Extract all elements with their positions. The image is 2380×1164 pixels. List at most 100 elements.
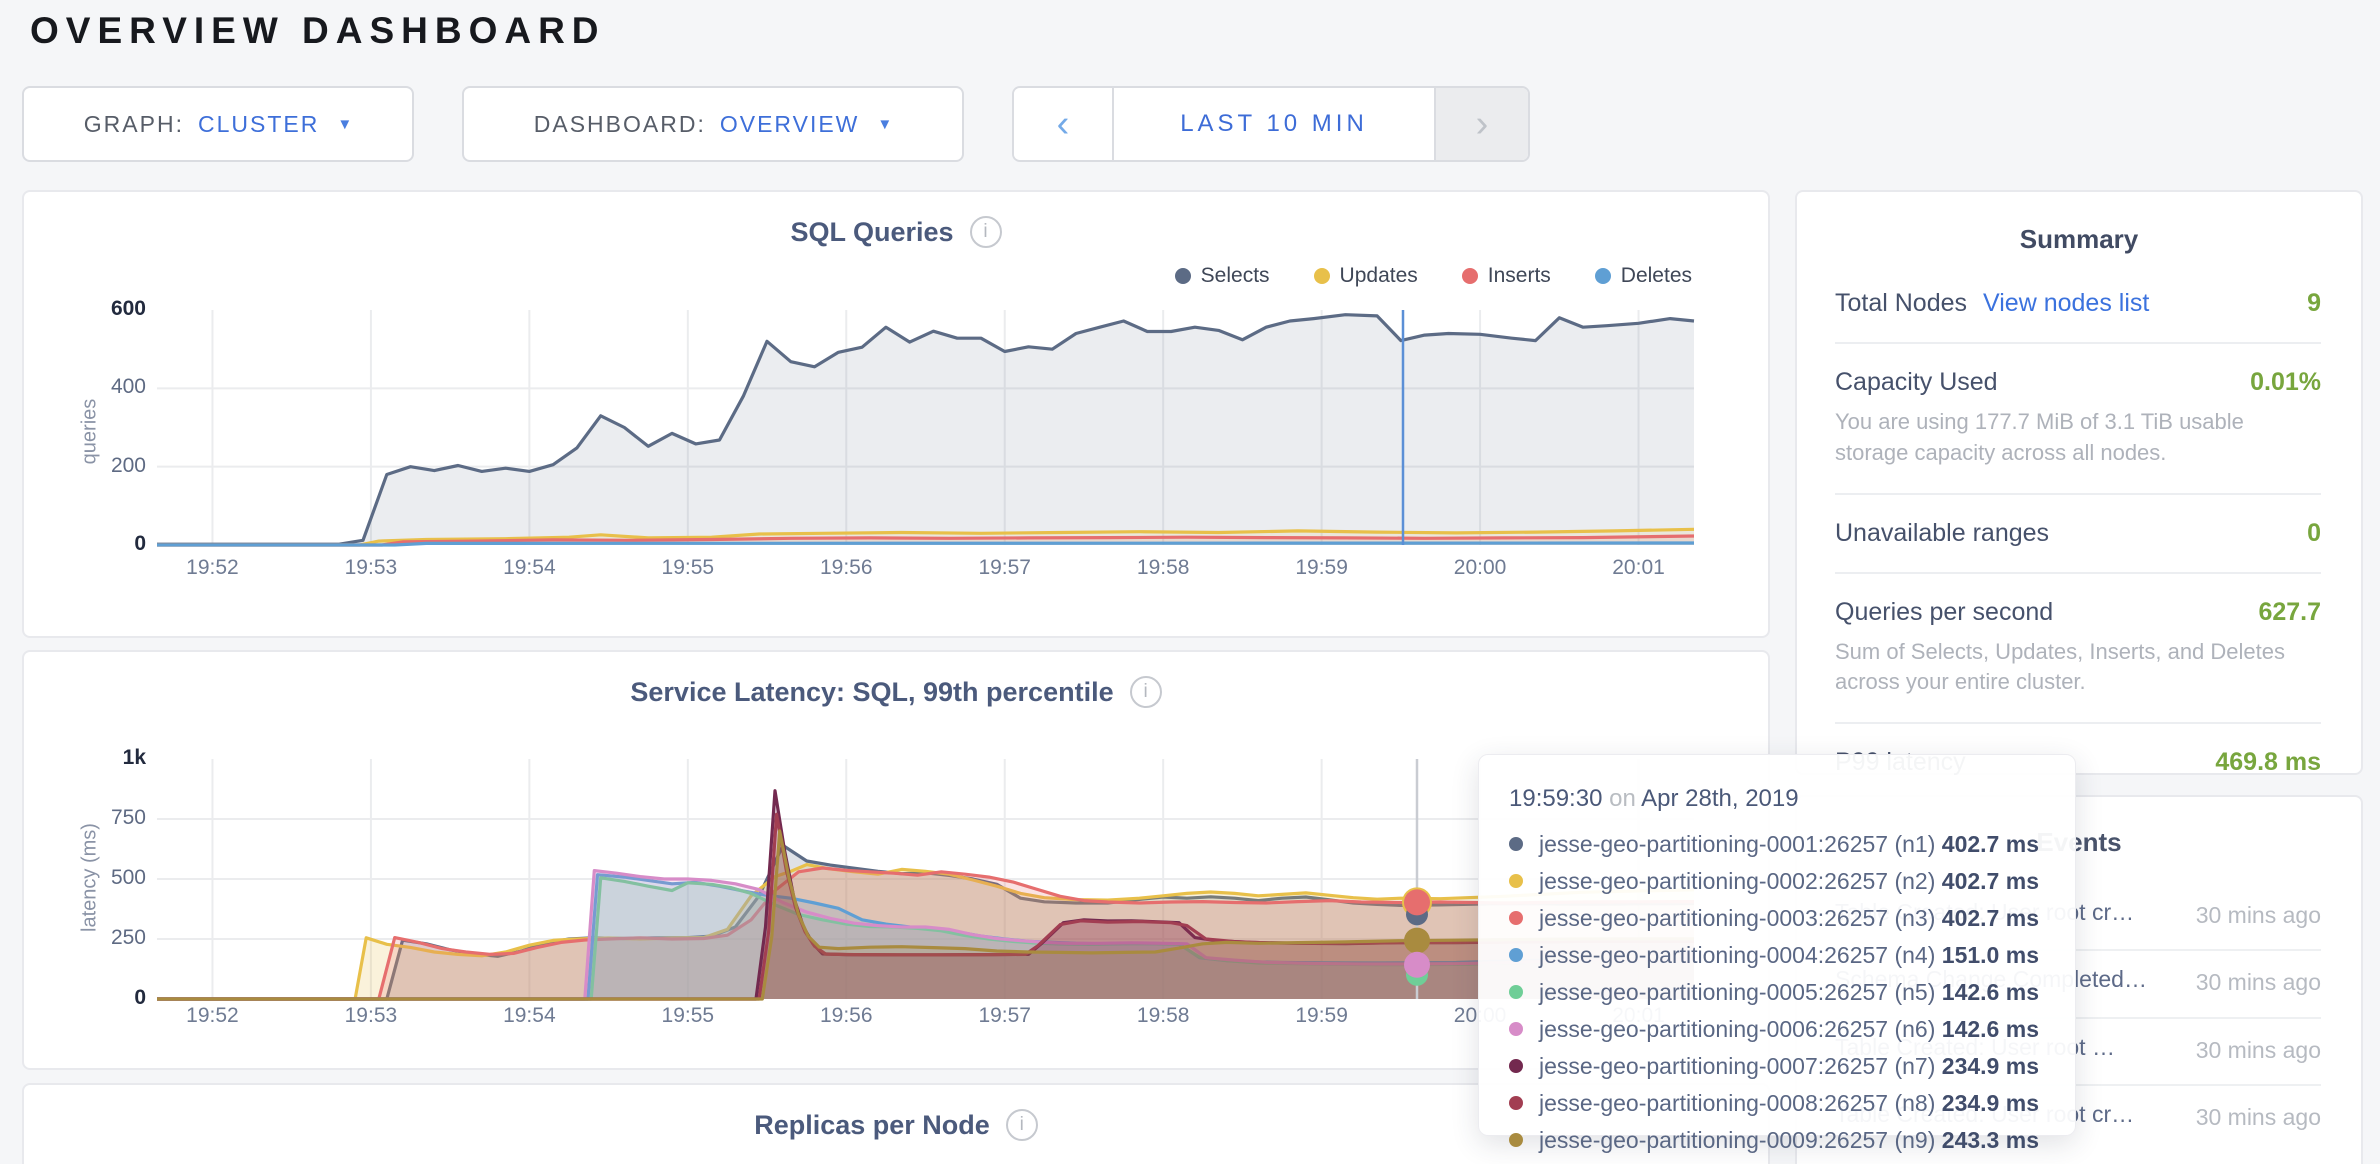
timeframe-label[interactable]: LAST 10 MIN xyxy=(1114,88,1434,160)
page-title: OVERVIEW DASHBOARD xyxy=(30,10,606,52)
tooltip-node-value: 402.7 ms xyxy=(1935,868,2039,895)
x-tick-label: 19:56 xyxy=(796,556,896,580)
event-time: 30 mins ago xyxy=(2171,1034,2321,1067)
sql-queries-title: SQL Queries xyxy=(790,217,953,248)
series-dot-icon xyxy=(1509,1096,1523,1110)
legend-label: Updates xyxy=(1340,264,1418,288)
legend-label: Deletes xyxy=(1621,264,1692,288)
dashboard-dropdown-value: OVERVIEW xyxy=(720,111,860,138)
info-icon[interactable]: i xyxy=(1006,1109,1038,1141)
summary-label: Queries per second xyxy=(1835,598,2053,627)
sql-queries-title-row: SQL Queries i xyxy=(24,192,1768,248)
replicas-title: Replicas per Node xyxy=(754,1110,990,1141)
legend-item-inserts[interactable]: Inserts xyxy=(1462,264,1551,288)
tooltip-row: jesse-geo-partitioning-0003:26257 (n3)40… xyxy=(1509,903,2039,933)
legend-item-deletes[interactable]: Deletes xyxy=(1595,264,1692,288)
sql-queries-legend: Selects Updates Inserts Deletes xyxy=(1175,264,1692,288)
summary-title: Summary xyxy=(1797,192,2361,255)
info-icon[interactable]: i xyxy=(970,216,1002,248)
x-tick-label: 19:52 xyxy=(162,1004,262,1028)
summary-value: 627.7 xyxy=(2258,598,2321,627)
tooltip-node-name: jesse-geo-partitioning-0009:26257 (n9) xyxy=(1539,1127,1935,1154)
x-tick-label: 19:54 xyxy=(479,1004,579,1028)
latency-plot[interactable] xyxy=(157,759,1694,999)
legend-item-selects[interactable]: Selects xyxy=(1175,264,1270,288)
tooltip-node-name: jesse-geo-partitioning-0004:26257 (n4) xyxy=(1539,942,1935,969)
series-dot-icon xyxy=(1509,874,1523,888)
legend-dot-icon xyxy=(1595,268,1611,284)
summary-row: Capacity Used 0.01% xyxy=(1835,368,2321,397)
legend-dot-icon xyxy=(1462,268,1478,284)
summary-value: 9 xyxy=(2307,289,2321,318)
tooltip-node-value: 402.7 ms xyxy=(1935,831,2039,858)
event-time: 30 mins ago xyxy=(2171,966,2321,999)
summary-value: 469.8 ms xyxy=(2215,748,2321,777)
tooltip-node-name: jesse-geo-partitioning-0001:26257 (n1) xyxy=(1539,831,1935,858)
summary-row: Queries per second 627.7 xyxy=(1835,598,2321,627)
tooltip-row: jesse-geo-partitioning-0002:26257 (n2)40… xyxy=(1509,866,2039,896)
tooltip-node-name: jesse-geo-partitioning-0003:26257 (n3) xyxy=(1539,905,1935,932)
tooltip-node-name: jesse-geo-partitioning-0008:26257 (n8) xyxy=(1539,1090,1935,1117)
event-time: 30 mins ago xyxy=(2171,899,2321,932)
y-tick-label: 0 xyxy=(56,532,146,556)
chart-hover-tooltip: 19:59:30 on Apr 28th, 2019 jesse-geo-par… xyxy=(1478,754,2076,1136)
tooltip-row: jesse-geo-partitioning-0008:26257 (n8)23… xyxy=(1509,1088,2039,1118)
info-icon[interactable]: i xyxy=(1130,676,1162,708)
y-tick-label: 1k xyxy=(56,746,146,770)
series-dot-icon xyxy=(1509,1022,1523,1036)
tooltip-node-value: 234.9 ms xyxy=(1935,1090,2039,1117)
y-tick-label: 200 xyxy=(56,454,146,478)
x-tick-label: 19:57 xyxy=(955,1004,1055,1028)
dashboard-dropdown[interactable]: DASHBOARD: OVERVIEW ▼ xyxy=(462,86,964,162)
legend-dot-icon xyxy=(1314,268,1330,284)
series-dot-icon xyxy=(1509,837,1523,851)
graph-dropdown[interactable]: GRAPH: CLUSTER ▼ xyxy=(22,86,414,162)
summary-label: Capacity Used xyxy=(1835,368,1998,397)
tooltip-node-value: 243.3 ms xyxy=(1935,1127,2039,1154)
dashboard-dropdown-label: DASHBOARD: xyxy=(534,111,706,138)
legend-label: Selects xyxy=(1201,264,1270,288)
legend-item-updates[interactable]: Updates xyxy=(1314,264,1418,288)
chevron-right-icon: › xyxy=(1476,103,1489,146)
tooltip-node-name: jesse-geo-partitioning-0007:26257 (n7) xyxy=(1539,1053,1935,1080)
y-tick-label: 750 xyxy=(56,806,146,830)
timeframe-prev-button[interactable]: ‹ xyxy=(1014,88,1114,160)
latency-title-row: Service Latency: SQL, 99th percentile i xyxy=(24,652,1768,708)
x-tick-label: 19:59 xyxy=(1272,556,1372,580)
chevron-left-icon: ‹ xyxy=(1057,103,1070,146)
y-tick-label: 0 xyxy=(56,986,146,1010)
tooltip-node-name: jesse-geo-partitioning-0002:26257 (n2) xyxy=(1539,868,1935,895)
x-tick-label: 19:55 xyxy=(638,1004,738,1028)
y-tick-label: 600 xyxy=(56,297,146,321)
summary-rows: Total Nodes View nodes list 9 Capacity Used… xyxy=(1797,255,2361,777)
x-tick-label: 19:57 xyxy=(955,556,1055,580)
tooltip-row: jesse-geo-partitioning-0005:26257 (n5)14… xyxy=(1509,977,2039,1007)
x-tick-label: 19:52 xyxy=(162,556,262,580)
view-nodes-list-link[interactable]: View nodes list xyxy=(1983,289,2149,318)
timeframe-next-button[interactable]: › xyxy=(1434,88,1528,160)
series-dot-icon xyxy=(1509,1059,1523,1073)
summary-row-left: Capacity Used xyxy=(1835,368,1998,397)
summary-divider xyxy=(1835,722,2321,724)
sql-queries-plot[interactable] xyxy=(157,310,1694,545)
summary-caption: Sum of Selects, Updates, Inserts, and De… xyxy=(1835,637,2315,699)
summary-label: Total Nodes xyxy=(1835,289,1967,318)
summary-card: Summary Total Nodes View nodes list 9 Capac… xyxy=(1795,190,2363,775)
tooltip-row: jesse-geo-partitioning-0006:26257 (n6)14… xyxy=(1509,1014,2039,1044)
tooltip-row: jesse-geo-partitioning-0007:26257 (n7)23… xyxy=(1509,1051,2039,1081)
summary-value: 0 xyxy=(2307,519,2321,548)
summary-row: Total Nodes View nodes list 9 xyxy=(1835,289,2321,318)
summary-row: Unavailable ranges0 xyxy=(1835,519,2321,548)
summary-divider xyxy=(1835,572,2321,574)
series-dot-icon xyxy=(1509,985,1523,999)
summary-value: 0.01% xyxy=(2250,368,2321,397)
tooltip-row: jesse-geo-partitioning-0004:26257 (n4)15… xyxy=(1509,940,2039,970)
tooltip-node-value: 142.6 ms xyxy=(1935,1016,2039,1043)
overview-dashboard-page: OVERVIEW DASHBOARD GRAPH: CLUSTER ▼ DASH… xyxy=(0,0,2380,1164)
summary-divider xyxy=(1835,493,2321,495)
tooltip-node-value: 142.6 ms xyxy=(1935,979,2039,1006)
x-tick-label: 19:53 xyxy=(321,1004,421,1028)
tooltip-rows: jesse-geo-partitioning-0001:26257 (n1)40… xyxy=(1509,829,2039,1155)
x-tick-label: 20:00 xyxy=(1430,556,1530,580)
tooltip-time: 19:59:30 xyxy=(1509,785,1602,812)
